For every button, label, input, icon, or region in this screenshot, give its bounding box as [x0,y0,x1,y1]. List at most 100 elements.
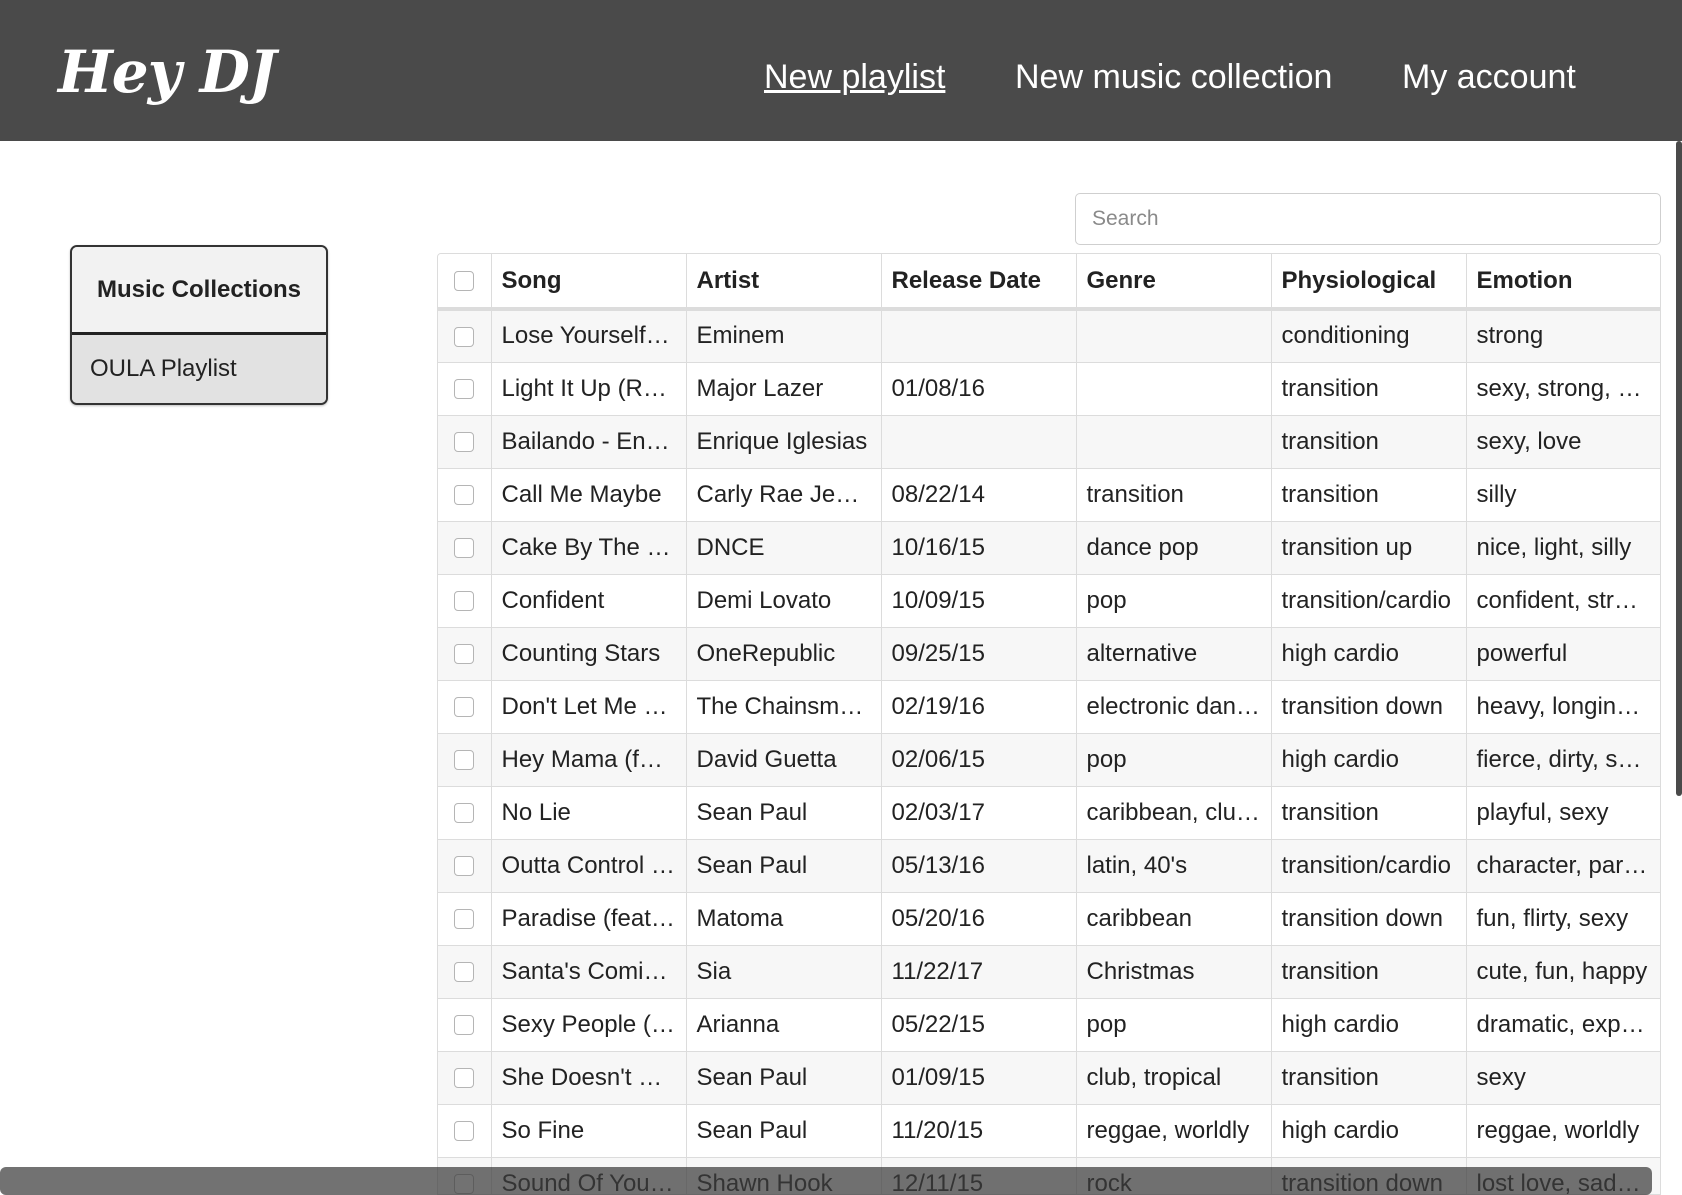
horizontal-scrollbar[interactable] [0,1167,1652,1195]
row-checkbox[interactable] [454,326,475,347]
table-row[interactable]: Paradise (feat… Matoma 05/20/16 caribbean tr… [438,892,1660,946]
cell-release-date: 09/25/15 [881,627,1077,681]
cell-song: Paradise (feat… [491,892,687,946]
row-checkbox[interactable] [454,750,475,771]
table-row[interactable]: Hey Mama (fe… David Guetta 02/06/15 pop high… [438,733,1660,787]
cell-physiological: high cardio [1271,998,1467,1052]
cell-emotion: cute, fun, happy [1466,945,1660,999]
cell-physiological: transition [1271,362,1467,416]
cell-genre [1076,309,1272,363]
cell-emotion: sexy, love [1466,415,1660,469]
table-row[interactable]: Confident Demi Lovato 10/09/15 pop transitio… [438,574,1660,628]
row-select-cell [438,892,492,946]
column-header-genre[interactable]: Genre [1076,254,1272,311]
row-select-cell [438,1051,492,1105]
cell-emotion: strong [1466,309,1660,363]
cell-release-date: 01/09/15 [881,1051,1077,1105]
cell-genre: Christmas [1076,945,1272,999]
row-select-cell [438,362,492,416]
cell-genre: alternative [1076,627,1272,681]
cell-physiological: transition down [1271,892,1467,946]
row-checkbox[interactable] [454,485,475,506]
row-checkbox[interactable] [454,1015,475,1036]
cell-artist: Major Lazer [686,362,882,416]
cell-artist: DNCE [686,521,882,575]
nav-my-account-link[interactable]: My account [1402,58,1576,97]
cell-physiological: high cardio [1271,1104,1467,1158]
nav-new-playlist-link[interactable]: New playlist [764,58,945,97]
table-row[interactable]: Counting Stars OneRepublic 09/25/15 alterna… [438,627,1660,681]
table-row[interactable]: So Fine Sean Paul 11/20/15 reggae, worldly h… [438,1104,1660,1158]
row-checkbox[interactable] [454,538,475,559]
cell-physiological: transition/cardio [1271,574,1467,628]
cell-emotion: fun, flirty, sexy [1466,892,1660,946]
row-checkbox[interactable] [454,697,475,718]
music-collections-heading: Music Collections [72,247,326,335]
sidebar-item-oula-playlist[interactable]: OULA Playlist [72,335,326,403]
table-row[interactable]: Cake By The … DNCE 10/16/15 dance pop transi… [438,521,1660,575]
row-checkbox[interactable] [454,379,475,400]
column-header-artist[interactable]: Artist [686,254,882,311]
row-checkbox[interactable] [454,803,475,824]
cell-genre: club, tropical [1076,1051,1272,1105]
table-row[interactable]: Sexy People (… Arianna 05/22/15 pop high car… [438,998,1660,1052]
cell-release-date: 11/20/15 [881,1104,1077,1158]
search-input[interactable] [1075,193,1661,245]
table-row[interactable]: Light It Up (R… Major Lazer 01/08/16 transi… [438,362,1660,416]
app-logo[interactable]: Hey DJ [58,38,276,106]
cell-song: Confident [491,574,687,628]
cell-release-date: 05/20/16 [881,892,1077,946]
cell-physiological: transition down [1271,680,1467,734]
select-all-checkbox[interactable] [454,271,475,292]
cell-artist: Matoma [686,892,882,946]
page-vertical-scrollbar[interactable] [1676,141,1682,796]
row-select-cell [438,786,492,840]
row-select-cell [438,521,492,575]
cell-song: Cake By The … [491,521,687,575]
column-header-release-date[interactable]: Release Date [881,254,1077,311]
cell-artist: David Guetta [686,733,882,787]
cell-genre: electronic dan… [1076,680,1272,734]
table-row[interactable]: She Doesn't … Sean Paul 01/09/15 club, trop… [438,1051,1660,1105]
cell-artist: Enrique Iglesias [686,415,882,469]
row-checkbox[interactable] [454,962,475,983]
cell-release-date: 10/16/15 [881,521,1077,575]
row-select-cell [438,309,492,363]
row-select-cell [438,468,492,522]
cell-artist: The Chainsm… [686,680,882,734]
row-checkbox[interactable] [454,591,475,612]
cell-emotion: nice, light, silly [1466,521,1660,575]
column-header-song[interactable]: Song [491,254,687,311]
table-row[interactable]: Santa's Comi… Sia 11/22/17 Christmas transit… [438,945,1660,999]
cell-artist: Demi Lovato [686,574,882,628]
cell-emotion: fierce, dirty, sexy [1466,733,1660,787]
row-select-cell [438,415,492,469]
top-bar: Hey DJ New playlist New music collection… [0,0,1682,141]
row-checkbox[interactable] [454,856,475,877]
cell-release-date: 05/13/16 [881,839,1077,893]
table-row[interactable]: Don't Let Me … The Chainsm… 02/19/16 electr… [438,680,1660,734]
table-body: Lose Yourself … Eminem conditioning strong L… [438,309,1660,1194]
column-header-emotion[interactable]: Emotion [1466,254,1660,311]
cell-artist: Eminem [686,309,882,363]
row-checkbox[interactable] [454,909,475,930]
row-select-cell [438,627,492,681]
table-row[interactable]: Bailando - En… Enrique Iglesias transition… [438,415,1660,469]
table-row[interactable]: No Lie Sean Paul 02/03/17 caribbean, clu… tr… [438,786,1660,840]
cell-physiological: transition [1271,1051,1467,1105]
nav-new-music-collection-link[interactable]: New music collection [1015,58,1332,97]
cell-release-date: 08/22/14 [881,468,1077,522]
row-checkbox[interactable] [454,1068,475,1089]
cell-song: Bailando - En… [491,415,687,469]
cell-song: Outta Control … [491,839,687,893]
table-row[interactable]: Call Me Maybe Carly Rae Jep… 08/22/14 trans… [438,468,1660,522]
row-checkbox[interactable] [454,644,475,665]
column-header-physiological[interactable]: Physiological [1271,254,1467,311]
table-row[interactable]: Lose Yourself … Eminem conditioning strong [438,309,1660,363]
cell-emotion: powerful [1466,627,1660,681]
table-row[interactable]: Outta Control … Sean Paul 05/13/16 latin, 4… [438,839,1660,893]
row-checkbox[interactable] [454,1121,475,1142]
row-checkbox[interactable] [454,432,475,453]
cell-artist: Sean Paul [686,839,882,893]
row-select-cell [438,998,492,1052]
